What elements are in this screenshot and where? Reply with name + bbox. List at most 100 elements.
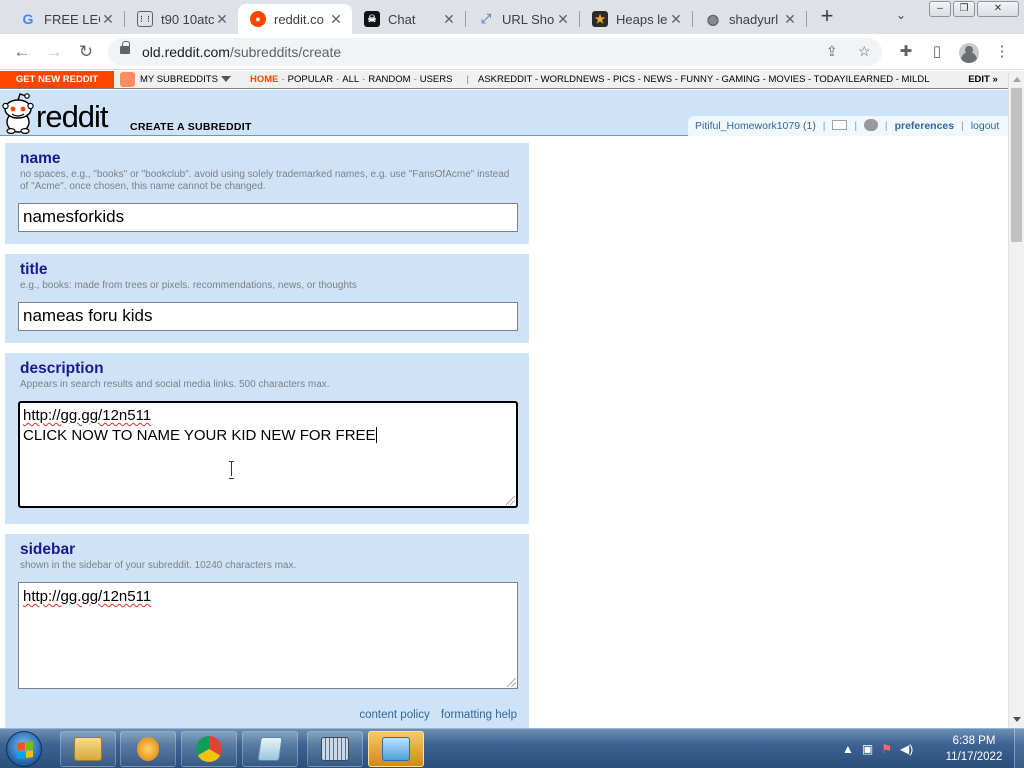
tab-title: Chat <box>388 11 416 27</box>
address-bar[interactable]: old.reddit.com/subreddits/create ⇪ ☆ <box>108 38 882 66</box>
scrollbar-thumb[interactable] <box>1011 88 1022 242</box>
mail-icon[interactable] <box>832 120 848 130</box>
name-input[interactable]: namesforkids <box>18 203 518 232</box>
lock-icon[interactable] <box>120 41 130 54</box>
globe-icon: ◍ <box>706 10 720 27</box>
forward-arrow-icon[interactable]: → <box>44 42 64 62</box>
tab-title: Heaps le <box>616 11 668 27</box>
nav-random-link[interactable]: RANDOM <box>368 74 410 85</box>
create-subreddit-form: name no spaces, e.g., "books" or "bookcl… <box>0 137 1008 728</box>
username-link[interactable]: Pitiful_Homework1079 <box>695 120 800 132</box>
close-window-button[interactable]: ✕ <box>977 1 1019 17</box>
start-button[interactable] <box>6 731 42 767</box>
tab-shadyurl[interactable]: ◍ shadyurl ✕ <box>693 4 806 34</box>
extensions-puzzle-icon[interactable]: ✚ <box>896 42 916 62</box>
reddit-icon: ● <box>250 11 266 27</box>
sidebar-section: sidebar shown in the sidebar of your sub… <box>5 534 529 728</box>
profile-avatar[interactable] <box>959 43 979 63</box>
scroll-down-arrow-icon[interactable] <box>1013 717 1021 722</box>
maximize-button[interactable]: ❐ <box>953 1 975 17</box>
scroll-up-arrow-icon[interactable] <box>1013 77 1021 82</box>
show-hidden-icons-arrow-icon[interactable]: ▲ <box>842 742 854 756</box>
minimize-button[interactable]: – <box>929 1 951 17</box>
nav-home-link[interactable]: HOME <box>250 74 279 85</box>
tab-url-shortener[interactable]: ⤢ URL Shor ✕ <box>466 4 579 34</box>
chat-icon[interactable] <box>863 119 878 131</box>
edit-subscriptions-button[interactable]: EDIT » <box>958 71 1008 88</box>
chevron-down-icon <box>220 76 231 83</box>
description-hint: Appears in search results and social med… <box>20 379 330 390</box>
taskbar-explorer-button[interactable] <box>60 731 116 767</box>
close-tab-icon[interactable]: ✕ <box>328 11 344 28</box>
description-section: description Appears in search results an… <box>5 353 529 524</box>
description-textarea[interactable]: http://gg.gg/12n511 CLICK NOW TO NAME YO… <box>18 401 518 508</box>
taskbar-clock[interactable]: 6:38 PM 11/17/2022 <box>936 733 1012 765</box>
name-section: name no spaces, e.g., "books" or "bookcl… <box>5 143 529 244</box>
tab-free-leg[interactable]: G FREE LEG ✕ <box>8 4 124 34</box>
close-tab-icon[interactable]: ✕ <box>555 11 571 28</box>
action-center-flag-icon[interactable]: ⚑ <box>881 742 892 756</box>
description-line-2: CLICK NOW TO NAME YOUR KID NEW FOR FREE <box>23 427 376 444</box>
title-input[interactable]: nameas foru kids <box>18 302 518 331</box>
tab-t90[interactable]: ⋮⋮ t90 10atc ✕ <box>125 4 238 34</box>
nav-all-link[interactable]: ALL <box>342 74 359 85</box>
tab-reddit[interactable]: ● reddit.co ✕ <box>238 4 352 34</box>
back-arrow-icon[interactable]: ← <box>12 42 32 62</box>
description-label: description <box>20 360 104 377</box>
reddit-alien-logo-icon[interactable] <box>2 92 34 134</box>
folder-icon <box>74 737 102 761</box>
reddit-wordmark[interactable]: reddit <box>36 99 109 135</box>
taskbar-media-player-button[interactable] <box>120 731 176 767</box>
page-scrollbar[interactable] <box>1008 71 1024 728</box>
bookmark-star-icon[interactable]: ☆ <box>858 43 871 60</box>
my-subreddits-dropdown[interactable]: MY SUBREDDITS <box>118 71 231 88</box>
menu-kebab-icon[interactable]: ⋮ <box>992 42 1012 62</box>
title-section: title e.g., books: made from trees or pi… <box>5 254 529 343</box>
show-desktop-button[interactable] <box>1014 729 1024 768</box>
taskbar-chrome-button[interactable] <box>181 731 237 767</box>
nav-users-link[interactable]: USERS <box>420 74 453 85</box>
name-hint: no spaces, e.g., "books" or "bookclub". … <box>20 169 510 192</box>
karma-count: (1) <box>802 120 816 132</box>
close-tab-icon[interactable]: ✕ <box>100 11 116 28</box>
tab-title: shadyurl <box>729 11 779 27</box>
tab-search-chevron-icon[interactable]: ⌄ <box>896 8 906 22</box>
taskbar-onscreen-keyboard-button[interactable] <box>307 731 363 767</box>
logout-link[interactable]: logout <box>971 120 1000 132</box>
system-tray: ▲ ▣ ⚑ ◀) <box>842 737 913 761</box>
description-line-1: http://gg.gg/12n511 <box>23 407 152 424</box>
reload-icon[interactable]: ↻ <box>76 42 96 62</box>
my-subreddits-label: MY SUBREDDITS <box>140 74 218 85</box>
close-tab-icon[interactable]: ✕ <box>214 11 230 28</box>
get-new-reddit-button[interactable]: GET NEW REDDIT <box>0 71 114 88</box>
close-tab-icon[interactable]: ✕ <box>782 11 798 28</box>
new-tab-button[interactable]: + <box>816 5 838 28</box>
close-tab-icon[interactable]: ✕ <box>668 11 684 28</box>
resize-grip-icon[interactable] <box>506 496 515 505</box>
tab-heaps[interactable]: ★ Heaps le ✕ <box>580 4 692 34</box>
popular-subreddit-links[interactable]: ASKREDDIT - WORLDNEWS - PICS - NEWS - FU… <box>478 71 954 88</box>
name-label: name <box>20 150 61 167</box>
tab-chat[interactable]: ☠ Chat ✕ <box>352 4 465 34</box>
nav-popular-link[interactable]: POPULAR <box>288 74 333 85</box>
link-icon: ⤢ <box>480 11 492 26</box>
url-text[interactable]: old.reddit.com/subreddits/create <box>142 44 341 60</box>
taskbar-control-panel-button[interactable] <box>368 731 424 767</box>
tab-title: t90 10atc <box>161 11 214 27</box>
network-icon[interactable]: ▣ <box>862 742 873 756</box>
tab-title: reddit.co <box>274 11 324 27</box>
side-panel-icon[interactable]: ▯ <box>927 42 947 62</box>
volume-icon[interactable]: ◀) <box>900 742 913 756</box>
subreddit-bar: GET NEW REDDIT MY SUBREDDITS HOME - POPULA… <box>0 71 1008 89</box>
resize-grip-icon[interactable] <box>507 678 516 687</box>
browser-toolbar: ← → ↻ old.reddit.com/subreddits/create ⇪… <box>0 34 1024 70</box>
media-player-icon <box>137 737 159 761</box>
close-tab-icon[interactable]: ✕ <box>441 11 457 28</box>
formatting-help-link[interactable]: formatting help <box>441 709 517 721</box>
content-policy-link[interactable]: content policy <box>359 709 429 721</box>
notepad-icon <box>257 737 283 761</box>
preferences-link[interactable]: preferences <box>895 120 955 132</box>
sidebar-textarea[interactable]: http://gg.gg/12n511 <box>18 582 518 689</box>
share-icon[interactable]: ⇪ <box>826 43 838 60</box>
taskbar-notepad-button[interactable] <box>242 731 298 767</box>
